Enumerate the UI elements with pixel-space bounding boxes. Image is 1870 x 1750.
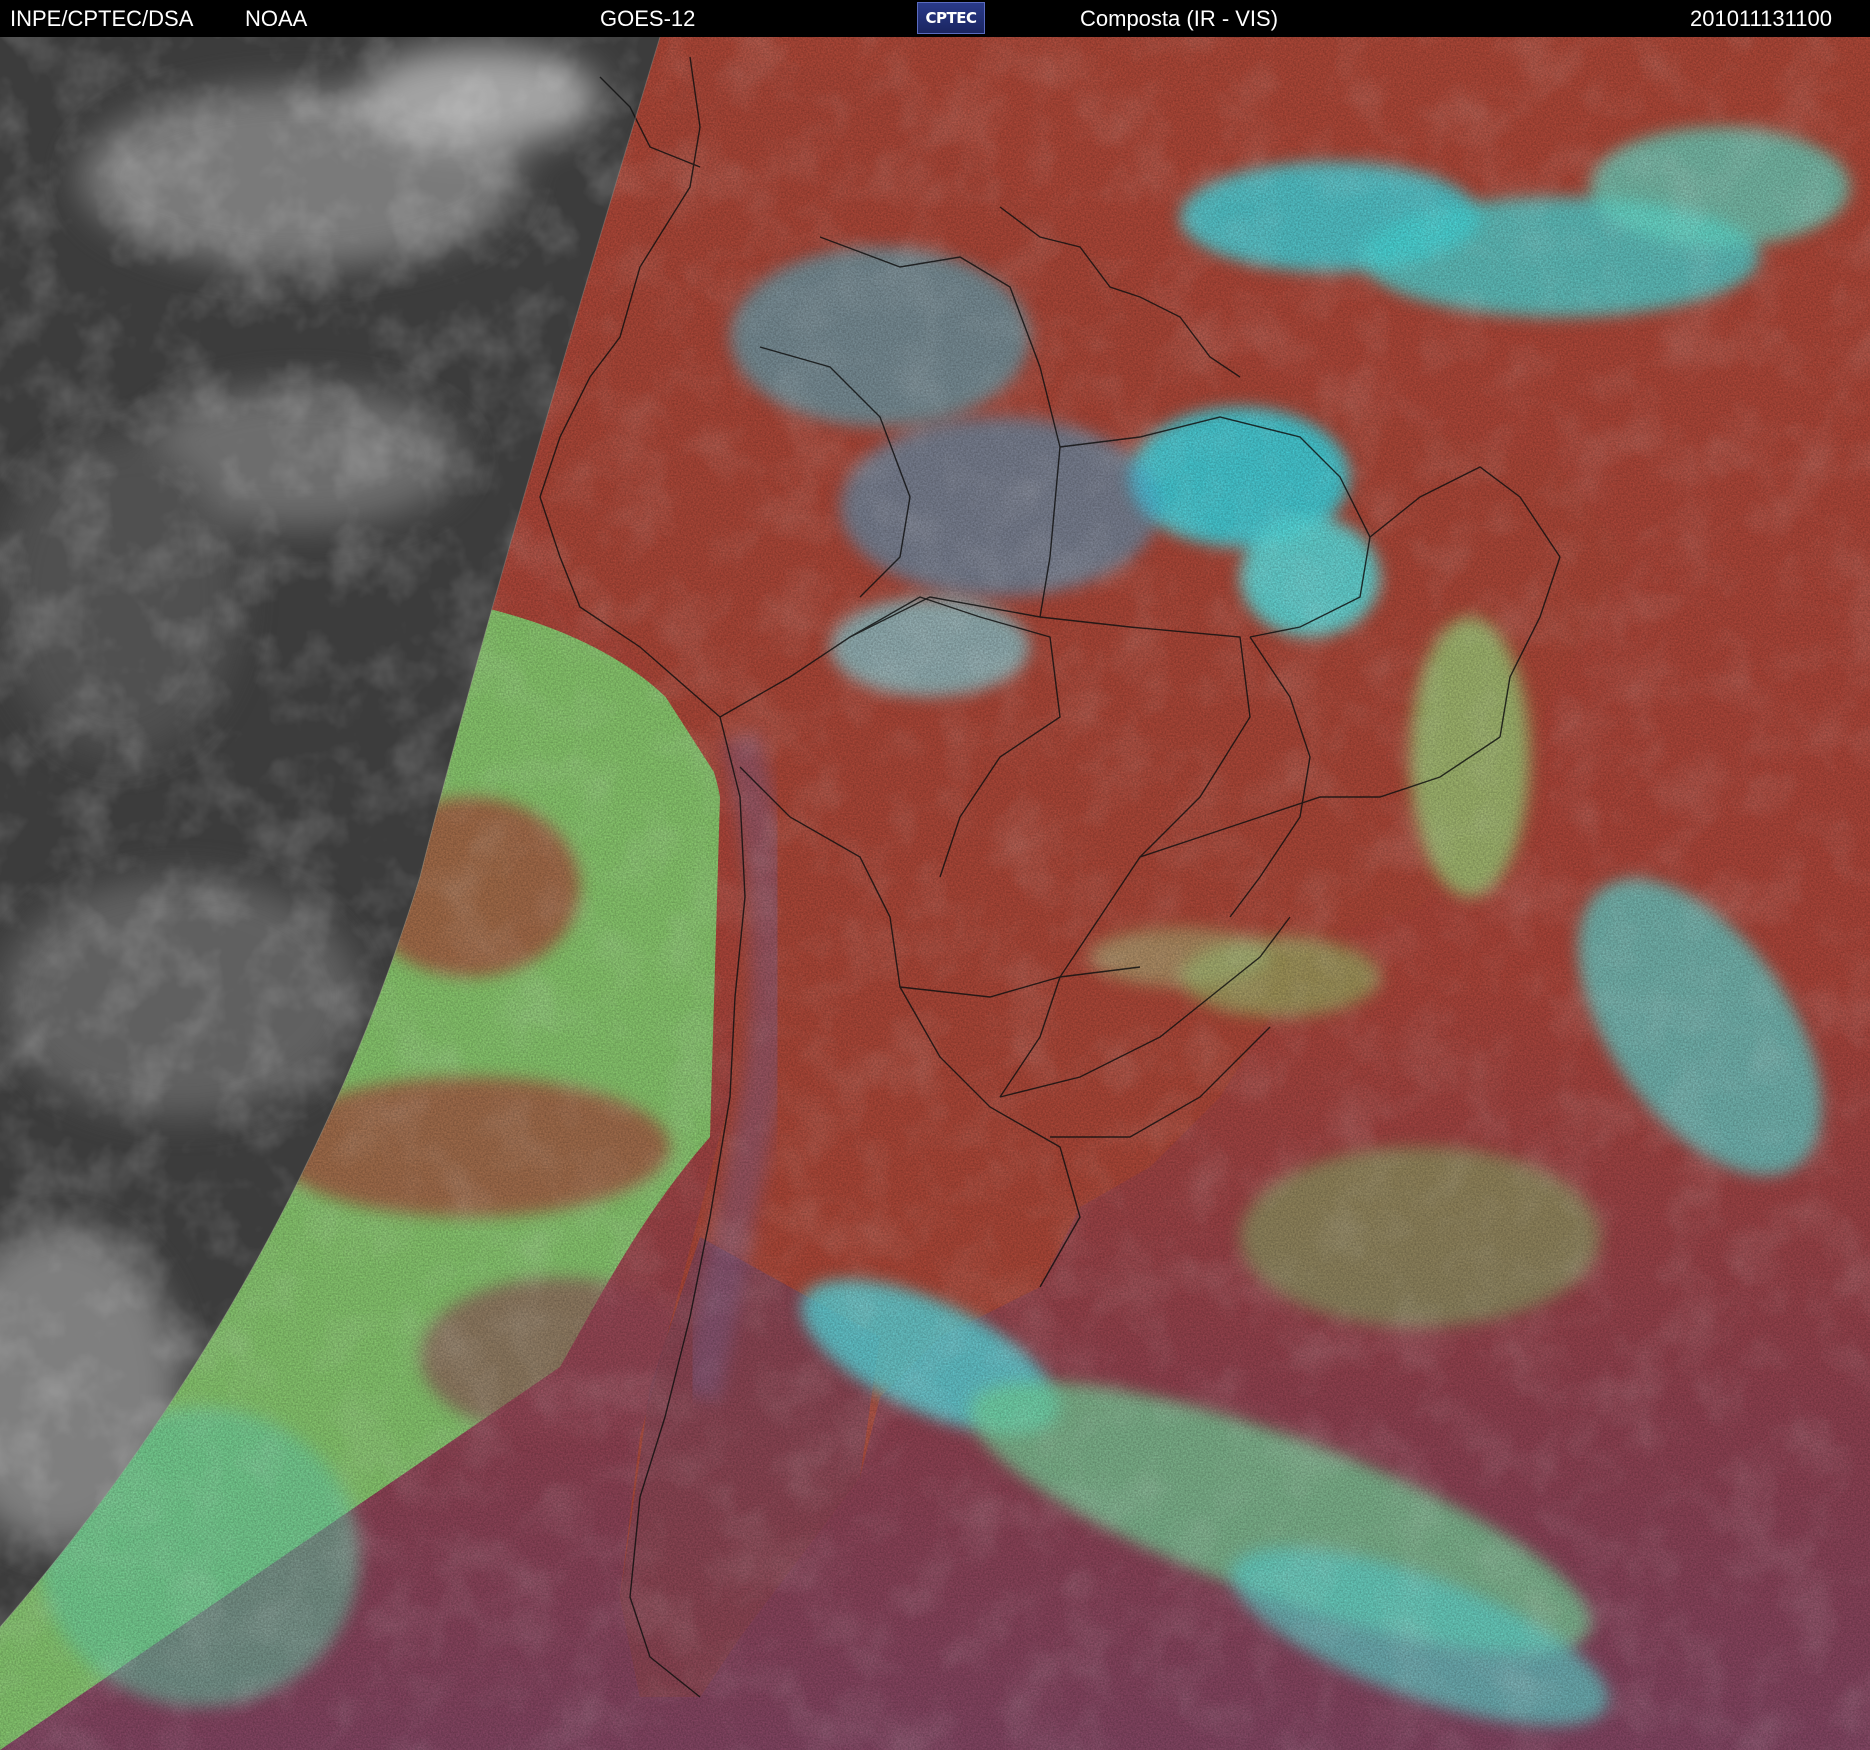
source-label: NOAA <box>245 6 308 31</box>
satellite-label: GOES-12 <box>600 6 696 31</box>
image-header: INPE/CPTEC/DSA NOAA GOES-12 CPTEC Compos… <box>0 0 1870 37</box>
timestamp-label: 201011131100 <box>1690 6 1832 31</box>
satellite-composite-image <box>0 37 1870 1750</box>
agency-label: INPE/CPTEC/DSA <box>10 6 194 31</box>
product-label: Composta (IR - VIS) <box>1080 6 1279 31</box>
cptec-logo: CPTEC <box>917 2 985 34</box>
